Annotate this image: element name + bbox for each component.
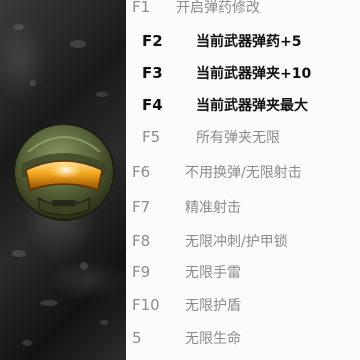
hotkey-label: 当前武器弹夹最大 [196,98,308,114]
hotkey-row-5[interactable]: 5 无限生命 [126,324,360,352]
hotkey-key: F6 [132,163,151,181]
hotkey-row-f1[interactable]: F1 开启弹药修改 [126,0,360,21]
hotkey-row-f4[interactable]: F4 当前武器弹夹最大 [126,91,360,119]
hotkey-label: 当前武器弹夹+10 [196,66,312,82]
hotkey-row-f3[interactable]: F3 当前武器弹夹+10 [126,59,360,87]
hotkey-key: F4 [142,96,163,114]
trainer-window: F1 开启弹药修改 F2 当前武器弹药+5 F3 当前武器弹夹+10 F4 当前… [0,0,360,360]
hotkey-label: 开启弹药修改 [176,0,260,16]
hotkey-key: F7 [132,198,151,216]
armored-helmet-icon [13,123,115,221]
hotkey-row-f10[interactable]: F10 无限护盾 [126,291,360,319]
game-art-panel [0,0,126,360]
hotkey-key: 5 [132,329,142,347]
hotkey-label: 当前武器弹药+5 [196,34,302,50]
hotkey-row-f6[interactable]: F6 不用换弹/无限射击 [126,158,360,186]
hotkey-key: F10 [132,296,160,314]
hotkey-key: F3 [142,64,163,82]
hotkey-row-f9[interactable]: F9 无限手雷 [126,258,360,286]
hotkey-label: 不用换弹/无限射击 [185,165,302,181]
hotkey-label: 所有弹夹无限 [196,130,280,146]
hotkey-key: F9 [132,263,151,281]
hotkey-row-f7[interactable]: F7 精准射击 [126,193,360,221]
hotkey-row-f2[interactable]: F2 当前武器弹药+5 [126,27,360,55]
hotkey-row-f8[interactable]: F8 无限冲刺/护甲锁 [126,227,360,255]
hotkey-list: F1 开启弹药修改 F2 当前武器弹药+5 F3 当前武器弹夹+10 F4 当前… [126,0,360,360]
hotkey-label: 无限护盾 [185,298,241,314]
hotkey-key: F8 [132,232,151,250]
hotkey-key: F2 [142,32,163,50]
hotkey-label: 无限生命 [185,331,241,347]
hotkey-key: F5 [142,128,161,146]
hotkey-key: F1 [132,0,151,16]
hotkey-label: 无限冲刺/护甲锁 [185,234,288,250]
hotkey-label: 精准射击 [185,200,241,216]
hotkey-label: 无限手雷 [185,265,241,281]
hotkey-row-f5[interactable]: F5 所有弹夹无限 [126,123,360,151]
